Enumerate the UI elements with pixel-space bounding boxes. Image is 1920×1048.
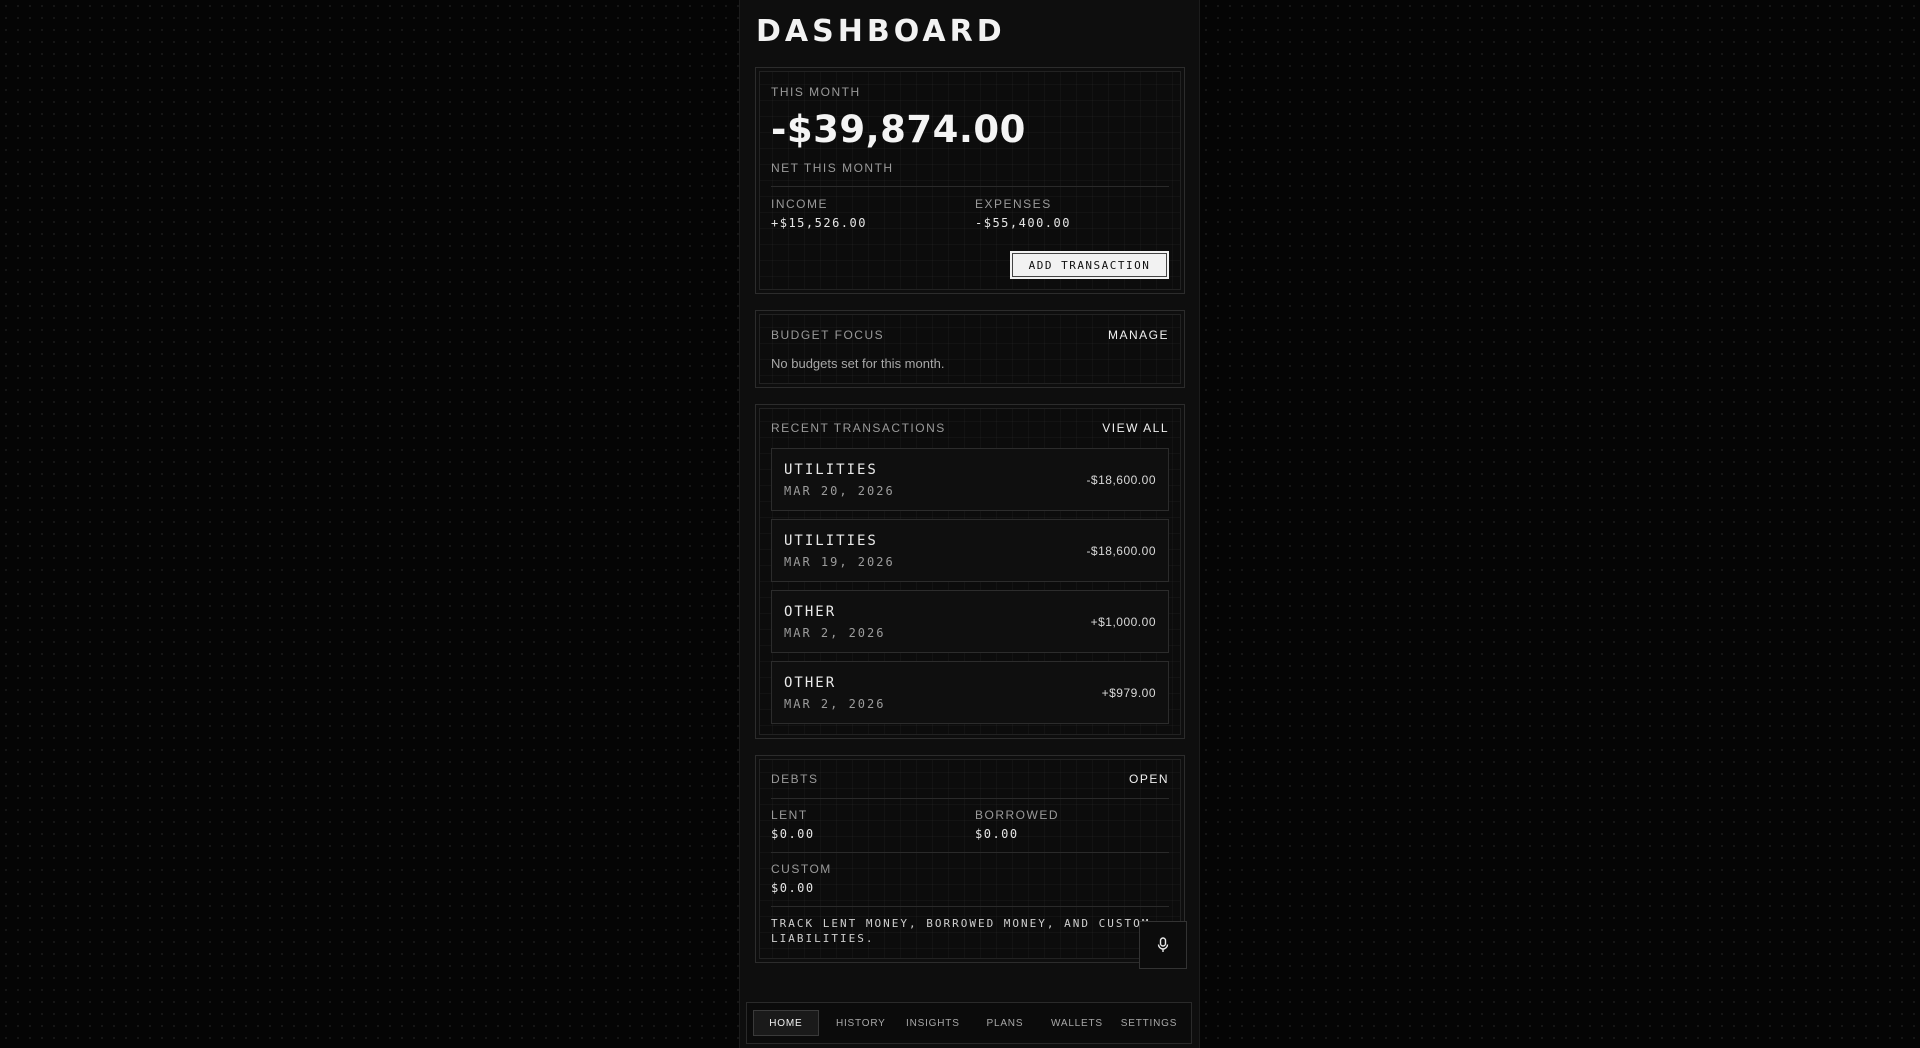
- lent-value: $0.00: [771, 827, 815, 841]
- transaction-row[interactable]: UTILITIES MAR 20, 2026 -$18,600.00: [771, 448, 1169, 511]
- recent-transactions-card: RECENT TRANSACTIONS VIEW ALL UTILITIES M…: [755, 404, 1185, 739]
- income-label: INCOME: [771, 197, 828, 211]
- nav-item-settings[interactable]: SETTINGS: [1113, 1010, 1185, 1036]
- nav-item-insights[interactable]: INSIGHTS: [897, 1010, 969, 1036]
- page-title: DASHBOARD: [756, 14, 1006, 49]
- transaction-category: UTILITIES: [784, 462, 878, 478]
- borrowed-value: $0.00: [975, 827, 1019, 841]
- transaction-category: OTHER: [784, 675, 837, 691]
- transaction-date: MAR 20, 2026: [784, 484, 895, 498]
- budget-title: BUDGET FOCUS: [771, 328, 885, 342]
- transaction-date: MAR 19, 2026: [784, 555, 895, 569]
- transaction-date: MAR 2, 2026: [784, 697, 886, 711]
- budget-focus-card: BUDGET FOCUS MANAGE No budgets set for t…: [755, 310, 1185, 388]
- nav-item-history[interactable]: HISTORY: [825, 1010, 897, 1036]
- transaction-row[interactable]: OTHER MAR 2, 2026 +$1,000.00: [771, 590, 1169, 653]
- income-value: +$15,526.00: [771, 216, 867, 230]
- nav-item-wallets[interactable]: WALLETS: [1041, 1010, 1113, 1036]
- debts-title: DEBTS: [771, 772, 819, 786]
- budget-empty-text: No budgets set for this month.: [771, 356, 945, 371]
- lent-label: LENT: [771, 808, 808, 822]
- voice-input-button[interactable]: [1139, 921, 1187, 969]
- bottom-nav: HOME HISTORY INSIGHTS PLANS WALLETS SETT…: [746, 1002, 1192, 1044]
- open-debts-link[interactable]: OPEN: [1129, 772, 1169, 786]
- microphone-icon: [1157, 937, 1169, 952]
- transaction-amount: +$979.00: [1101, 686, 1156, 700]
- transaction-amount: -$18,600.00: [1086, 544, 1156, 558]
- custom-label: CUSTOM: [771, 862, 832, 876]
- borrowed-label: BORROWED: [975, 808, 1059, 822]
- transactions-title: RECENT TRANSACTIONS: [771, 421, 946, 435]
- nav-item-plans[interactable]: PLANS: [969, 1010, 1041, 1036]
- transaction-amount: +$1,000.00: [1090, 615, 1156, 629]
- summary-divider: [771, 186, 1169, 187]
- period-label: THIS MONTH: [771, 85, 861, 99]
- manage-budget-link[interactable]: MANAGE: [1108, 328, 1169, 342]
- custom-value: $0.00: [771, 881, 815, 895]
- net-label: NET THIS MONTH: [771, 161, 894, 175]
- debts-divider: [771, 852, 1169, 853]
- transaction-category: UTILITIES: [784, 533, 878, 549]
- net-amount: -$39,874.00: [771, 108, 1026, 151]
- transaction-row[interactable]: OTHER MAR 2, 2026 +$979.00: [771, 661, 1169, 724]
- debts-card: DEBTS OPEN LENT $0.00 BORROWED $0.00 CUS…: [755, 755, 1185, 963]
- debts-divider: [771, 798, 1169, 799]
- expenses-value: -$55,400.00: [975, 216, 1071, 230]
- app-column: DASHBOARD THIS MONTH -$39,874.00 NET THI…: [739, 0, 1200, 1048]
- expenses-label: EXPENSES: [975, 197, 1052, 211]
- nav-item-home[interactable]: HOME: [753, 1010, 819, 1036]
- transaction-date: MAR 2, 2026: [784, 626, 886, 640]
- transaction-row[interactable]: UTILITIES MAR 19, 2026 -$18,600.00: [771, 519, 1169, 582]
- transaction-category: OTHER: [784, 604, 837, 620]
- add-transaction-button[interactable]: ADD TRANSACTION: [1010, 251, 1169, 279]
- debts-divider: [771, 906, 1169, 907]
- debts-note: TRACK LENT MONEY, BORROWED MONEY, AND CU…: [771, 917, 1151, 945]
- view-all-transactions-link[interactable]: VIEW ALL: [1102, 421, 1169, 435]
- transaction-amount: -$18,600.00: [1086, 473, 1156, 487]
- monthly-summary-card: THIS MONTH -$39,874.00 NET THIS MONTH IN…: [755, 67, 1185, 294]
